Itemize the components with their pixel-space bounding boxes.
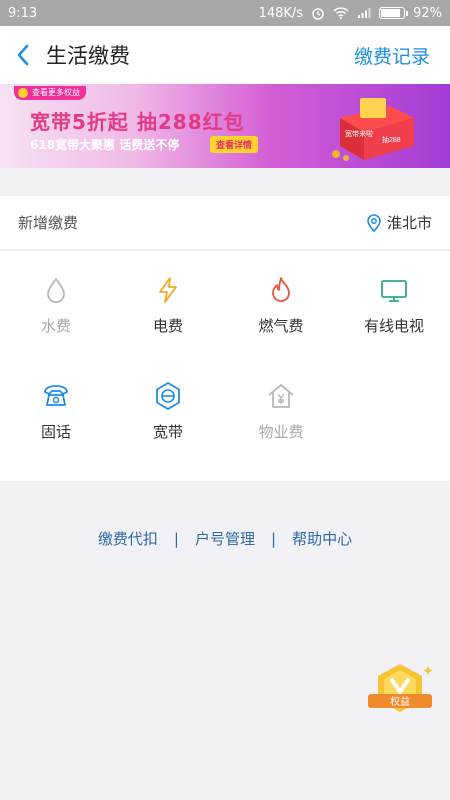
house-yuan-icon bbox=[268, 384, 294, 408]
banner-headline: 宽带5折起 抽288红包 bbox=[30, 110, 245, 134]
status-bar: 9:13 148K/s 92% bbox=[0, 0, 450, 26]
footer-links: 缴费代扣 | 户号管理 | 帮助中心 bbox=[0, 528, 450, 549]
benefits-badge[interactable]: 权益 bbox=[364, 660, 436, 720]
city-selector[interactable]: 淮北市 bbox=[367, 212, 432, 233]
wifi-icon bbox=[333, 7, 349, 19]
box-number: 抽288 bbox=[382, 135, 401, 144]
new-payment-label: 新增缴费 bbox=[18, 214, 79, 232]
back-button[interactable] bbox=[0, 26, 46, 84]
banner-tag: 查看更多权益 bbox=[14, 86, 86, 100]
payment-record-link[interactable]: 缴费记录 bbox=[354, 42, 450, 69]
service-water[interactable]: 水费 bbox=[0, 251, 112, 351]
broadband-icon bbox=[156, 381, 180, 411]
help-center-link[interactable]: 帮助中心 bbox=[292, 528, 352, 549]
banner-subtitle: 618宽带大聚惠 话费送不停 bbox=[30, 138, 180, 152]
status-time: 9:13 bbox=[8, 5, 38, 21]
tv-icon bbox=[381, 280, 407, 302]
service-broadband[interactable]: 宽带 bbox=[112, 357, 224, 457]
account-management-link[interactable]: 户号管理 bbox=[195, 528, 255, 549]
water-drop-icon bbox=[47, 277, 65, 303]
flame-icon bbox=[272, 277, 290, 302]
signal-icon bbox=[358, 8, 371, 18]
box-text: 宽带来啦 bbox=[345, 129, 373, 138]
service-cable-tv[interactable]: 有线电视 bbox=[338, 251, 450, 351]
app-header: 生活缴费 缴费记录 bbox=[0, 26, 450, 84]
banner-detail-button[interactable]: 查看详情 bbox=[210, 136, 259, 153]
service-electric[interactable]: 电费 bbox=[112, 251, 224, 351]
battery-icon bbox=[379, 7, 409, 19]
location-pin-icon bbox=[367, 213, 381, 232]
battery-percent: 92% bbox=[413, 5, 442, 21]
telephone-icon bbox=[44, 385, 68, 406]
network-speed: 148K/s bbox=[258, 5, 304, 21]
separator: | bbox=[173, 530, 179, 548]
service-grid: 水费 电费 燃气费 有线电视 固话 宽带 物业费 bbox=[0, 251, 450, 481]
badge-label: 权益 bbox=[390, 695, 410, 708]
city-label: 淮北市 bbox=[386, 214, 432, 232]
service-property[interactable]: 物业费 bbox=[225, 357, 337, 457]
gift-box-illustration: 宽带来啦 抽288 bbox=[332, 98, 414, 161]
auto-debit-link[interactable]: 缴费代扣 bbox=[98, 528, 158, 549]
service-gas[interactable]: 燃气费 bbox=[225, 251, 337, 351]
alarm-icon bbox=[312, 8, 324, 20]
chevron-left-icon bbox=[17, 44, 29, 66]
separator: | bbox=[271, 530, 277, 548]
promo-banner[interactable]: 查看更多权益 宽带5折起 抽288红包 618宽带大聚惠 话费送不停 查看详情 … bbox=[0, 84, 450, 168]
page-title: 生活缴费 bbox=[46, 44, 130, 68]
new-payment-row: 新增缴费 淮北市 bbox=[0, 196, 450, 250]
service-landline[interactable]: 固话 bbox=[0, 357, 112, 457]
lightning-icon bbox=[159, 277, 177, 303]
